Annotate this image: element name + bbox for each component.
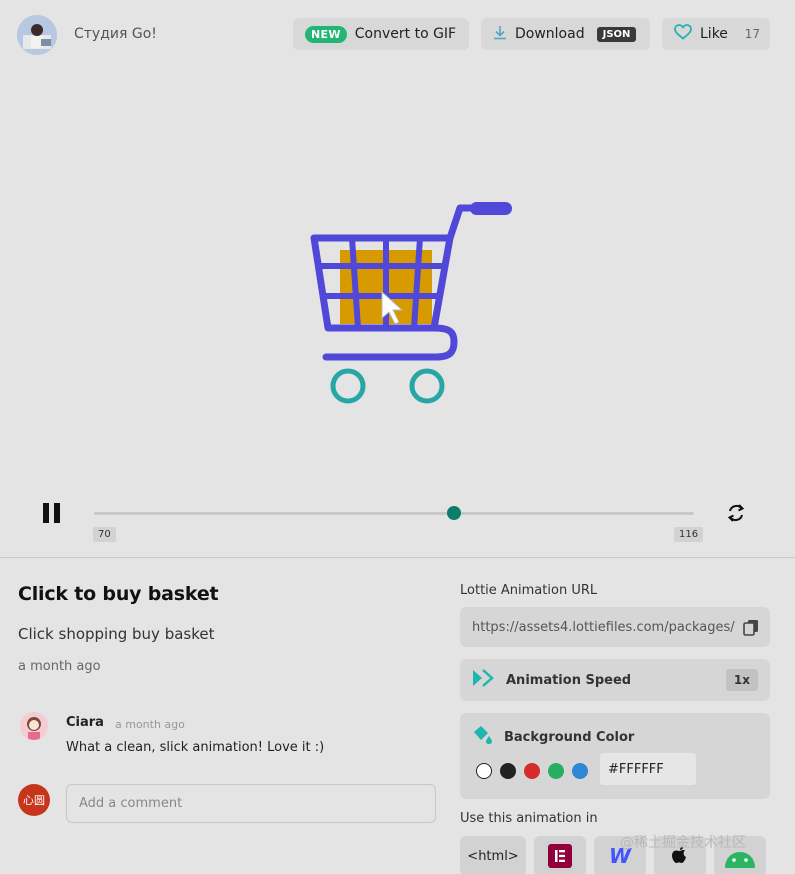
speed-value[interactable]: 1x: [725, 669, 758, 691]
url-value: https://assets4.lottiefiles.com/packages…: [472, 619, 735, 635]
side-panel: Lottie Animation URL https://assets4.lot…: [460, 583, 770, 874]
format-badge: JSON: [596, 26, 637, 42]
comment-text: What a clean, slick animation! Love it :…: [66, 740, 325, 755]
comment-time: a month ago: [115, 718, 185, 731]
posted-time: a month ago: [18, 659, 101, 674]
animation-description: Click shopping buy basket: [18, 625, 215, 643]
commenter-avatar[interactable]: [20, 712, 48, 740]
url-label: Lottie Animation URL: [460, 583, 598, 598]
download-label: Download: [515, 26, 585, 42]
pause-icon: [43, 503, 49, 523]
color-swatch[interactable]: [572, 763, 588, 779]
current-user-avatar: 心圆: [18, 784, 50, 816]
top-bar: Студия Go! NEW Convert to GIF Download J…: [0, 0, 795, 70]
background-color-panel: Background Color: [460, 713, 770, 799]
player-controls: 70 116: [0, 490, 795, 558]
frame-end-label: 116: [674, 527, 704, 542]
paint-bucket-icon: [472, 725, 494, 749]
new-badge: NEW: [305, 25, 347, 43]
elementor-integration[interactable]: [534, 836, 586, 874]
shopping-cart-illustration: [310, 202, 512, 404]
watermark-text: @稀土掘金技术社区: [620, 835, 746, 851]
color-swatch[interactable]: [548, 763, 564, 779]
animation-preview: [0, 70, 795, 490]
elementor-icon: [548, 844, 572, 868]
copy-icon[interactable]: [742, 618, 760, 636]
color-swatches: [476, 763, 596, 779]
animation-info: Click to buy basket Click shopping buy b…: [18, 583, 438, 674]
animation-title: Click to buy basket: [18, 583, 219, 605]
speed-label: Animation Speed: [506, 672, 632, 688]
comment-input[interactable]: [66, 784, 436, 823]
download-button[interactable]: Download JSON: [481, 18, 650, 50]
commenter-name[interactable]: Ciara: [66, 715, 104, 730]
frame-start-label: 70: [93, 527, 116, 542]
author-avatar[interactable]: [17, 15, 57, 55]
download-icon: [493, 25, 507, 44]
convert-to-gif-button[interactable]: NEW Convert to GIF: [293, 18, 469, 50]
pause-button[interactable]: [42, 503, 62, 523]
hex-color-input[interactable]: [600, 753, 696, 785]
color-swatch[interactable]: [500, 763, 516, 779]
timeline-track[interactable]: [94, 506, 694, 520]
fast-forward-icon: [472, 669, 494, 691]
animation-speed-control[interactable]: Animation Speed 1x: [460, 659, 770, 701]
use-animation-label: Use this animation in: [460, 811, 598, 826]
html-integration[interactable]: <html>: [460, 836, 526, 874]
like-label: Like: [700, 26, 728, 42]
like-count: 17: [744, 27, 760, 41]
author-name[interactable]: Студия Go!: [74, 26, 157, 42]
convert-label: Convert to GIF: [354, 26, 457, 42]
loop-icon[interactable]: [725, 502, 747, 524]
color-swatch[interactable]: [524, 763, 540, 779]
url-field[interactable]: https://assets4.lottiefiles.com/packages…: [460, 607, 770, 647]
like-button[interactable]: Like 17: [662, 18, 770, 50]
color-swatch[interactable]: [476, 763, 492, 779]
background-color-label: Background Color: [504, 729, 635, 745]
heart-icon: [674, 24, 692, 44]
timeline-knob[interactable]: [447, 506, 461, 520]
